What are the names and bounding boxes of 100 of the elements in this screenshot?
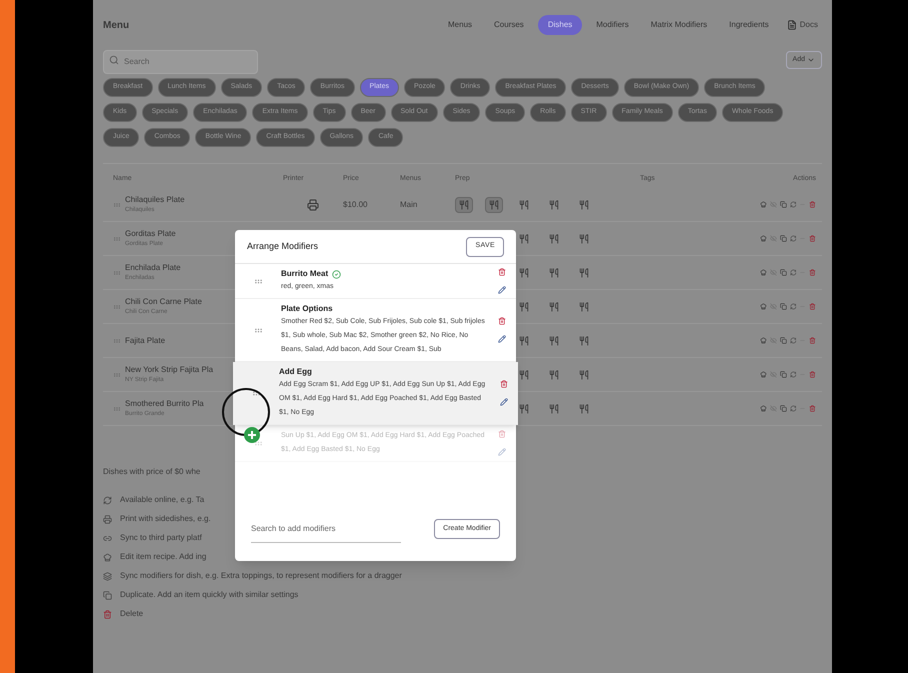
utensils-icon [519, 200, 529, 210]
utensils-icon [549, 268, 559, 278]
legend-text: Available online, e.g. Ta [120, 494, 204, 506]
utensils-icon [579, 336, 589, 346]
legend-icon [103, 514, 112, 524]
sync-icon [790, 370, 796, 379]
utensils-icon [579, 302, 589, 312]
eye-off-icon [770, 404, 777, 413]
legend-text: Duplicate. Add an item quickly with similar settings [120, 589, 298, 601]
utensils-icon [489, 200, 499, 210]
price-cell-text: $10.00 [343, 198, 368, 210]
copy-icon [780, 268, 787, 277]
eye-off-icon [770, 302, 777, 311]
utensils-icon [579, 200, 589, 210]
utensils-icon [519, 302, 529, 312]
pencil-icon [498, 335, 506, 343]
drag-handle-icon[interactable] [113, 336, 121, 344]
trash-icon [809, 302, 816, 311]
utensils-icon [579, 268, 589, 278]
utensils-icon [549, 404, 559, 414]
modifier-search-field[interactable]: Search to add modifiers [251, 515, 401, 543]
utensils-icon [519, 234, 529, 244]
copy-icon [780, 336, 787, 345]
legend-text: Sync to third party platf [120, 532, 202, 544]
drag-handle-icon[interactable] [113, 370, 121, 378]
nav-tab[interactable]: Modifiers [588, 15, 637, 35]
caret-icon [807, 56, 815, 64]
modifier-name: Add Egg [279, 366, 312, 378]
drag-handle-icon[interactable] [252, 388, 260, 398]
utensils-icon [579, 370, 589, 380]
dish-name: Fajita Plate [125, 334, 166, 346]
document-icon [786, 20, 797, 30]
trash-icon [498, 430, 506, 438]
copy-icon [780, 370, 787, 379]
drag-handle-icon[interactable] [113, 200, 121, 208]
sync-icon [790, 200, 796, 209]
eye-off-icon [770, 268, 777, 277]
nav-tab[interactable]: Ingredients [721, 15, 777, 35]
legend-icon [103, 590, 112, 600]
drag-handle-icon[interactable] [113, 302, 121, 310]
drag-handle-icon[interactable] [113, 268, 121, 276]
sync-icon [790, 234, 796, 243]
pencil-icon [498, 286, 506, 294]
eye-off-icon [770, 234, 777, 243]
trash-icon [809, 268, 816, 277]
search-field[interactable]: Search [103, 50, 258, 74]
sync-icon [790, 404, 796, 413]
eye-off-icon [770, 370, 777, 379]
dish-name: New York Strip Fajita Pla [125, 364, 214, 376]
copy-icon [780, 302, 787, 311]
legend-icon [103, 496, 112, 504]
utensils-icon [519, 370, 529, 380]
trash-icon [809, 370, 816, 379]
chef-hat-icon [760, 370, 767, 379]
modifier-name: Burrito Meat [281, 268, 328, 280]
page-title: Menu [103, 18, 130, 32]
nav-tab[interactable]: Courses [486, 15, 532, 35]
pencil-icon [500, 398, 508, 406]
utensils-icon [459, 200, 469, 210]
modal-title: Arrange Modifiers [247, 240, 318, 253]
drag-handle-icon[interactable] [113, 404, 121, 412]
utensils-icon [549, 302, 559, 312]
dish-name: Gorditas Plate [125, 228, 176, 240]
drag-handle-icon[interactable] [113, 234, 121, 242]
trash-icon [809, 234, 816, 243]
printer-icon [307, 198, 319, 210]
legend-text: Print with sidedishes, e.g. [120, 513, 211, 525]
copy-icon [780, 234, 787, 243]
prep-toggle[interactable] [455, 196, 473, 212]
drag-handle-icon[interactable] [254, 326, 262, 334]
nav-tab[interactable]: Matrix Modifiers [642, 15, 716, 35]
utensils-icon [549, 336, 559, 346]
utensils-icon [519, 336, 529, 346]
copy-icon [780, 200, 787, 209]
drag-handle-icon[interactable] [254, 276, 262, 286]
dish-name: Chili Con Carne Plate [125, 296, 202, 308]
docs-button[interactable]: Docs [782, 19, 822, 31]
trash-icon [498, 317, 506, 325]
copy-icon [780, 404, 787, 413]
legend-text: Sync modifiers for dish, e.g. Extra toppings, to represent modifiers for a dragger [120, 570, 402, 582]
nav-tab[interactable]: Dishes [538, 15, 582, 35]
legend-icon [103, 552, 112, 562]
nav-tab[interactable]: Menus [440, 15, 480, 35]
trash-icon [809, 404, 816, 413]
trash-icon [498, 268, 506, 276]
legend-icon [103, 572, 112, 580]
dish-name: Enchilada Plate [125, 262, 181, 274]
dish-name: Chilaquiles Plate [125, 194, 185, 206]
modifier-name: Plate Options [281, 303, 333, 315]
eye-off-icon [770, 336, 777, 345]
utensils-icon [549, 200, 559, 210]
eye-off-icon [770, 200, 777, 209]
prep-toggle[interactable] [485, 196, 503, 212]
menus-cell-text: Main [400, 198, 418, 210]
price-note: Dishes with price of $0 whe [103, 466, 200, 478]
utensils-icon [549, 370, 559, 380]
trash-icon [809, 336, 816, 345]
trash-icon [809, 200, 816, 209]
sync-icon [790, 336, 796, 345]
trash-icon [500, 380, 508, 388]
